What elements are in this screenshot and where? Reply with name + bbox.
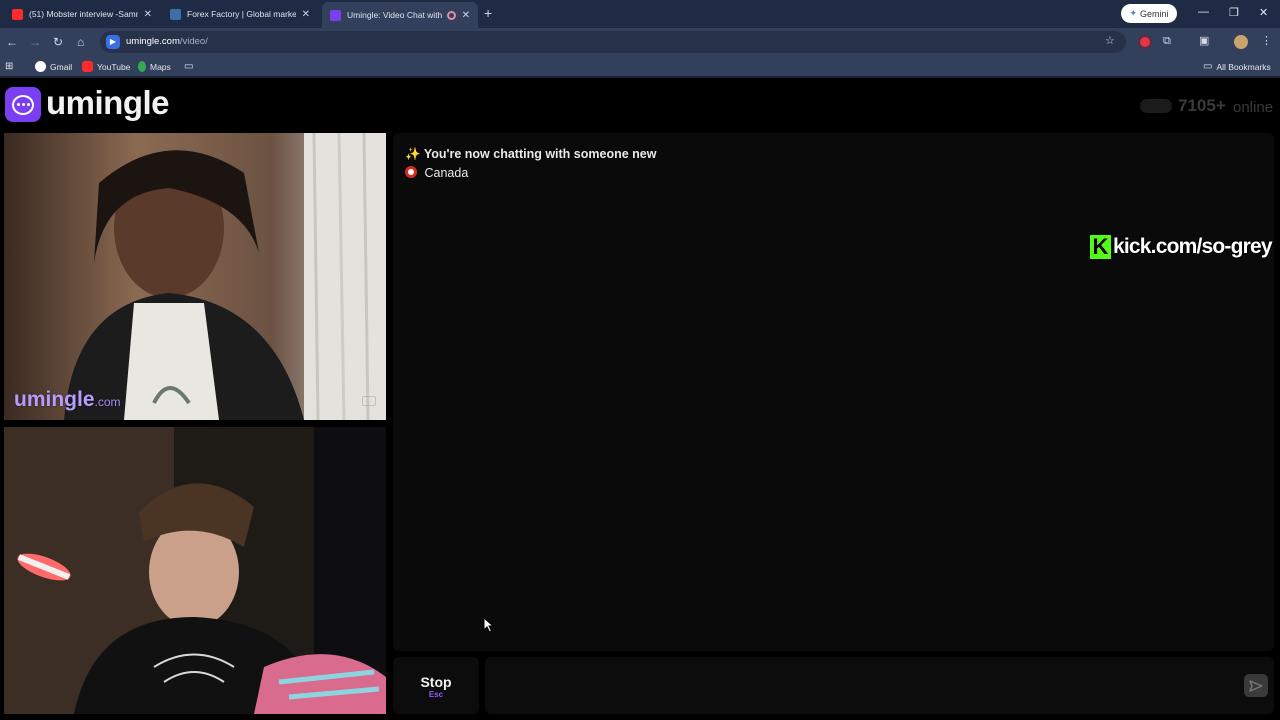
kick-stream-overlay: K kick.com/so-grey [1090,235,1273,259]
canada-flag-icon [405,166,417,178]
url-path: /video/ [179,36,208,47]
bookmark-folder[interactable]: ▭ [184,61,193,72]
kick-url-text: kick.com/so-grey [1113,235,1273,258]
restore-button[interactable]: ❐ [1229,6,1239,19]
kick-logo-icon: K [1090,235,1111,259]
apps-icon[interactable]: ⊞ [5,61,13,72]
tab-title: Umingle: Video Chat with St [347,10,443,20]
send-button[interactable] [1244,674,1268,697]
watermark-name: umingle [14,388,95,411]
bookmark-label: YouTube [97,61,131,72]
youtube-icon [12,8,23,20]
stop-button[interactable]: Stop Esc [393,657,479,714]
self-video [4,427,386,714]
tab-forex-factory[interactable]: Forex Factory | Global markets ✕ [162,3,318,25]
umingle-logo-icon[interactable] [5,87,41,122]
gemini-sparkle-icon: ✦ [1129,8,1138,18]
sparkle-icon: ✨ [405,147,421,161]
tab-title: Forex Factory | Global markets [187,9,296,19]
folder-icon: ▭ [184,61,194,72]
recording-icon [446,10,456,20]
bookmark-youtube[interactable]: YouTube [82,61,130,72]
mouse-cursor-icon [483,617,495,633]
profile-avatar[interactable] [1234,35,1248,49]
gemini-label: Gemini [1140,8,1169,19]
send-icon [1249,679,1263,692]
umingle-icon [330,9,341,21]
stranger-video [4,133,386,420]
online-indicator-toggle [1140,99,1172,113]
star-bookmark-icon[interactable]: ☆ [1105,35,1115,47]
stranger-watermark: umingle.com [14,388,121,412]
google-icon [35,61,46,72]
youtube-icon [82,61,93,72]
tab-umingle[interactable]: Umingle: Video Chat with St ✕ [322,2,478,28]
watermark-suffix: .com [94,395,121,409]
online-count: 7105+ [1178,96,1226,115]
extensions-icon[interactable]: ⧉ [1163,35,1171,47]
stop-label: Stop [420,674,452,690]
all-bookmarks[interactable]: ▭ All Bookmarks [1203,61,1271,72]
bookmark-label: Maps [150,61,171,72]
record-extension-icon[interactable] [1140,37,1150,47]
all-bookmarks-label: All Bookmarks [1216,61,1271,72]
chat-status-line: ✨ You're now chatting with someone new [405,147,656,162]
url-text[interactable]: umingle.com/video/ [126,36,208,47]
report-icon[interactable] [362,396,376,406]
address-bar[interactable] [100,31,1126,53]
chat-country-line: Canada [405,166,468,180]
message-input[interactable] [485,657,1274,714]
bookmark-gmail[interactable]: Gmail [35,61,72,72]
url-domain: umingle.com [126,36,180,47]
minimize-button[interactable]: — [1198,6,1209,18]
chat-country-text: Canada [424,166,469,180]
folder-icon: ▭ [1203,61,1213,72]
close-icon[interactable]: ✕ [302,9,310,20]
side-panel-icon[interactable]: ▣ [1199,35,1209,47]
gemini-button[interactable]: ✦ Gemini [1121,4,1177,23]
home-button[interactable]: ⌂ [77,35,84,49]
logo-text[interactable]: umingle [46,84,170,122]
chat-log [393,133,1274,651]
tab-title: (51) Mobster interview -Sammy [29,9,138,19]
new-tab-button[interactable]: + [484,6,492,20]
chat-status-text: You're now chatting with someone new [423,147,657,161]
stranger-video-frame [4,133,386,420]
forward-button[interactable]: → [29,35,41,49]
self-video-frame [4,427,386,714]
bookmark-label: Gmail [50,61,73,72]
close-icon[interactable]: ✕ [462,10,470,21]
close-icon[interactable]: ✕ [144,9,152,20]
maps-icon [138,61,146,72]
tab-youtube[interactable]: (51) Mobster interview -Sammy ✕ [4,3,160,25]
bookmark-maps[interactable]: Maps [138,61,171,72]
reload-button[interactable]: ↻ [53,35,63,49]
back-button[interactable]: ← [6,35,18,49]
close-window-button[interactable]: ✕ [1259,6,1268,19]
site-info-icon[interactable]: ▶ [106,35,120,49]
forex-factory-icon [170,8,181,20]
stop-shortcut: Esc [428,690,444,699]
online-label: online [1233,99,1274,116]
menu-icon[interactable]: ⋮ [1261,35,1272,47]
